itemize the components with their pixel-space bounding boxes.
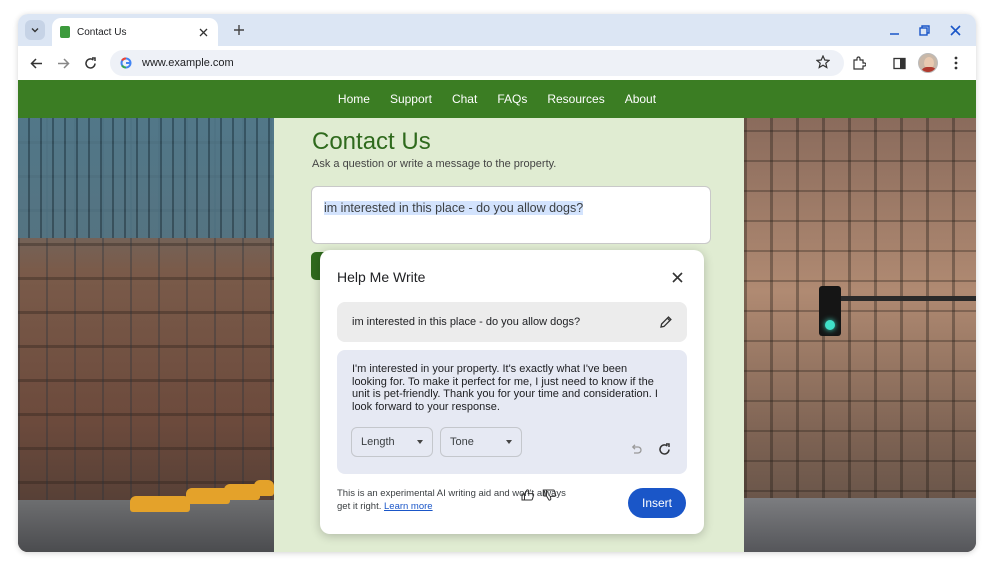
tab-contact-us[interactable]: Contact Us <box>52 18 218 46</box>
message-text: im interested in this place - do you all… <box>324 201 584 215</box>
bookmark-star-button[interactable] <box>815 54 831 74</box>
nav-home[interactable]: Home <box>338 92 370 106</box>
close-icon <box>199 28 207 36</box>
site-favicon-icon <box>60 26 70 38</box>
thumbs-up-icon[interactable] <box>521 489 535 501</box>
caret-down-icon <box>417 440 423 444</box>
forward-button[interactable] <box>55 55 71 71</box>
nav-about[interactable]: About <box>625 92 656 106</box>
close-icon <box>949 24 961 36</box>
new-tab-button[interactable] <box>231 22 247 38</box>
puzzle-icon <box>853 56 866 70</box>
help-me-write-dialog: Help Me Write im interested in this plac… <box>320 250 704 534</box>
nav-support[interactable]: Support <box>390 92 432 106</box>
insert-button[interactable]: Insert <box>628 488 686 518</box>
url-text: www.example.com <box>142 57 234 69</box>
city-photo-right <box>744 118 976 552</box>
minimize-icon <box>889 32 899 35</box>
message-textarea[interactable]: im interested in this place - do you all… <box>311 186 711 244</box>
address-bar[interactable]: www.example.com <box>110 50 844 76</box>
result-box: I'm interested in your property. It's ex… <box>337 350 687 474</box>
thumbs-down-icon[interactable] <box>543 489 557 501</box>
reload-icon <box>84 56 96 69</box>
length-label: Length <box>361 436 395 448</box>
back-button[interactable] <box>28 55 44 71</box>
tone-dropdown[interactable]: Tone <box>440 427 522 457</box>
profile-avatar[interactable] <box>918 53 938 73</box>
reload-button[interactable] <box>82 55 98 71</box>
pencil-icon <box>660 316 672 328</box>
prompt-text: im interested in this place - do you all… <box>352 316 581 328</box>
regenerate-button[interactable] <box>656 441 672 457</box>
undo-button[interactable] <box>628 441 644 457</box>
restore-icon <box>918 24 930 36</box>
nav-resources[interactable]: Resources <box>547 92 604 106</box>
browser-toolbar: www.example.com <box>18 46 976 80</box>
taxi <box>130 496 190 512</box>
extensions-button[interactable] <box>851 55 867 71</box>
tab-close-button[interactable] <box>196 25 210 39</box>
site-nav: Home Support Chat FAQs Resources About <box>18 80 976 118</box>
nav-faqs[interactable]: FAQs <box>497 92 527 106</box>
dialog-title: Help Me Write <box>337 269 426 285</box>
arrow-right-icon <box>57 57 70 69</box>
page-title: Contact Us <box>312 128 431 155</box>
plus-icon <box>234 25 244 35</box>
edit-prompt-button[interactable] <box>651 307 681 337</box>
street <box>744 498 976 552</box>
caret-down-icon <box>506 440 512 444</box>
length-dropdown[interactable]: Length <box>351 427 433 457</box>
undo-icon <box>631 444 642 454</box>
taxi <box>254 480 274 496</box>
traffic-light <box>819 286 841 336</box>
minimize-button[interactable] <box>886 22 902 38</box>
tab-strip: Contact Us <box>18 14 976 46</box>
more-menu-button[interactable] <box>948 55 964 71</box>
feedback-buttons <box>517 486 557 504</box>
side-panel-button[interactable] <box>891 55 907 71</box>
restore-button[interactable] <box>916 22 932 38</box>
chevron-down-icon <box>31 28 39 33</box>
arrow-left-icon <box>29 57 42 69</box>
star-icon <box>815 54 831 69</box>
tab-search-button[interactable] <box>25 20 45 40</box>
side-panel-icon <box>892 57 906 69</box>
traffic-pole <box>832 296 976 301</box>
city-photo-left <box>18 118 274 552</box>
tone-label: Tone <box>450 436 474 448</box>
more-vert-icon <box>954 56 958 70</box>
browser-window: Contact Us www.example.com Home Support … <box>18 14 976 552</box>
prompt-box: im interested in this place - do you all… <box>337 302 687 342</box>
learn-more-link[interactable]: Learn more <box>384 501 433 512</box>
page-subtitle: Ask a question or write a message to the… <box>312 158 557 170</box>
result-text: I'm interested in your property. It's ex… <box>352 363 658 413</box>
close-window-button[interactable] <box>947 22 963 38</box>
avatar-shirt <box>921 67 937 72</box>
tab-title: Contact Us <box>77 26 127 38</box>
google-icon <box>120 57 132 69</box>
glass-facade <box>18 118 274 238</box>
close-icon <box>671 271 683 283</box>
nav-chat[interactable]: Chat <box>452 92 477 106</box>
refresh-icon <box>658 442 670 455</box>
dialog-close-button[interactable] <box>668 268 686 286</box>
